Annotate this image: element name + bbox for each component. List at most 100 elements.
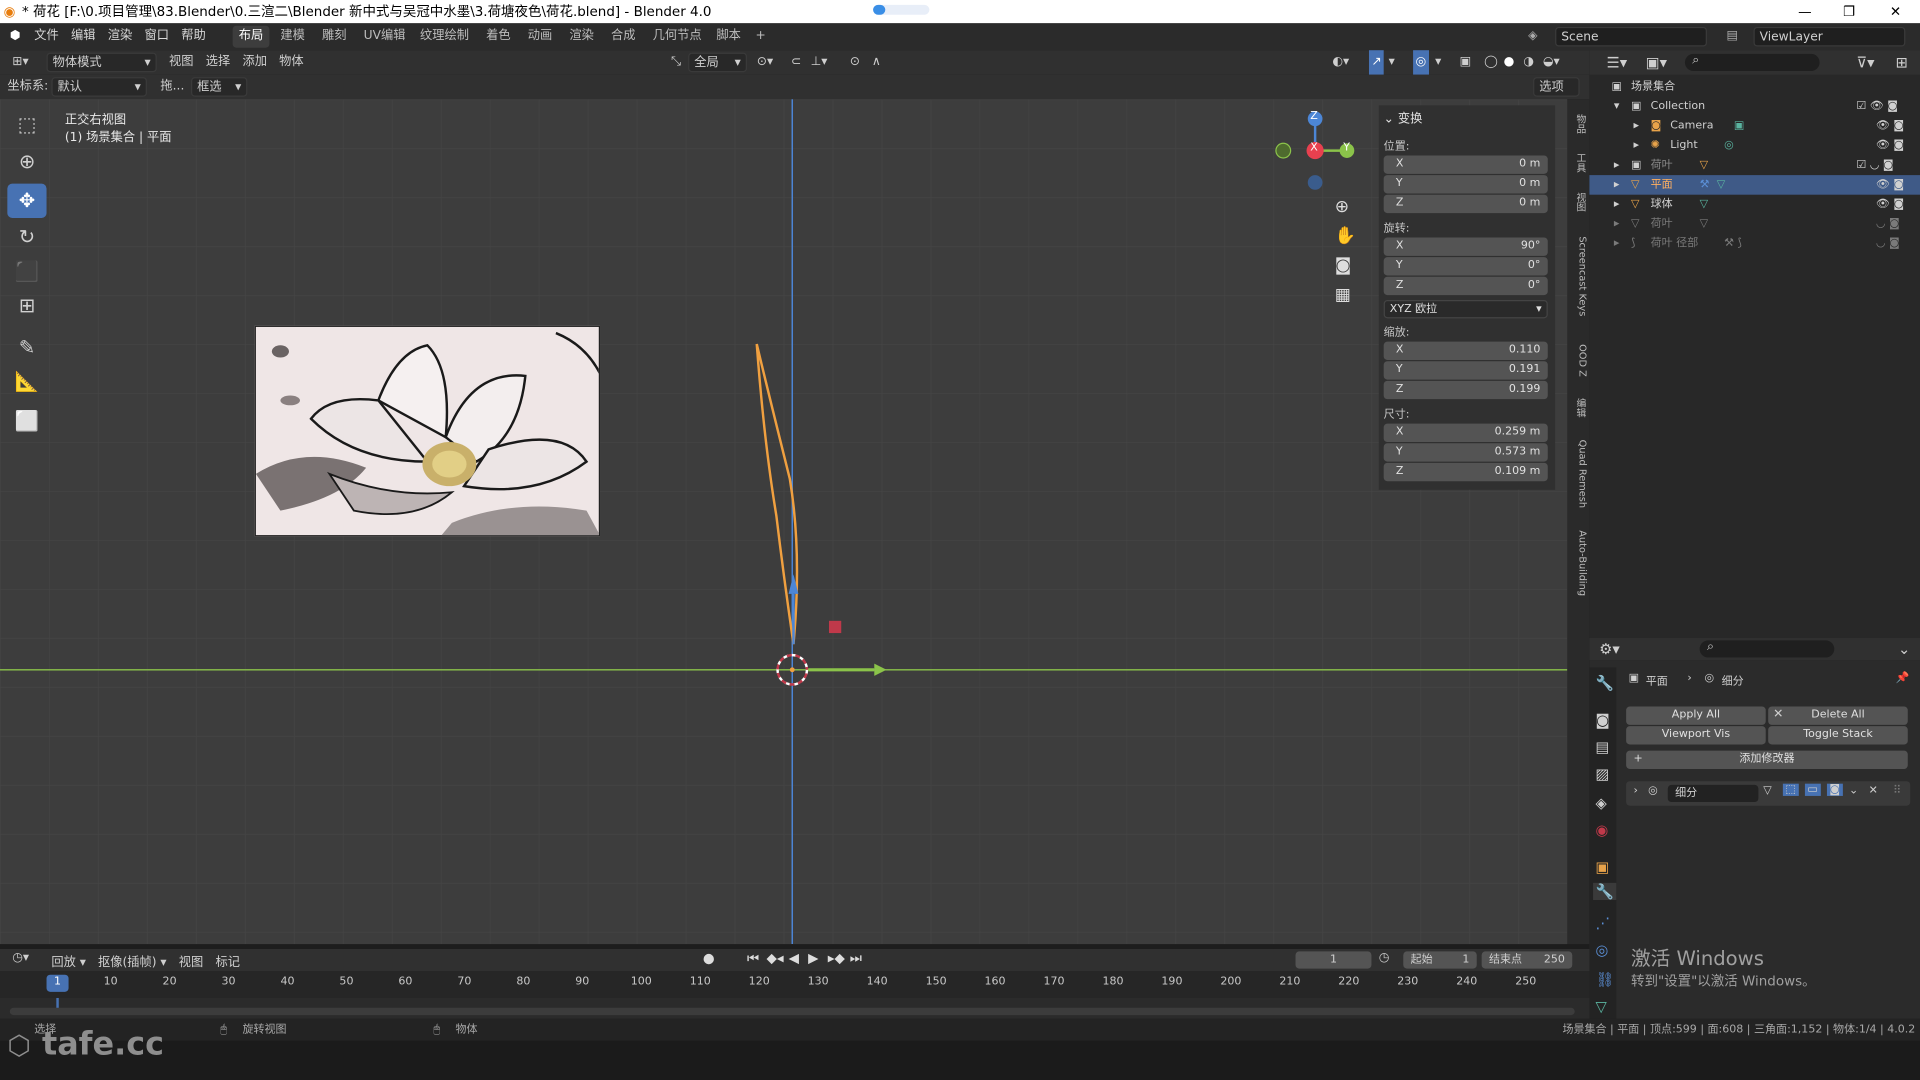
rotation-mode-dropdown[interactable]: XYZ 欧拉 ▾ — [1383, 300, 1548, 319]
object-tab-icon[interactable]: ▣ — [1596, 858, 1610, 875]
record-icon[interactable]: ● — [703, 950, 715, 966]
world-tab-icon[interactable]: ◉ — [1596, 822, 1609, 839]
selected-curve-object[interactable] — [735, 332, 857, 699]
snap-icon[interactable]: ⊂ — [791, 50, 801, 74]
outliner-row-scene-collection[interactable]: ▣ 场景集合 — [1589, 77, 1920, 97]
edit-mode-icon[interactable]: ⬚ — [1782, 783, 1799, 796]
menu-window[interactable]: 窗口 — [144, 23, 168, 50]
play-icon[interactable]: ▶ — [808, 950, 818, 966]
add-cube-tool-icon[interactable]: ⬜ — [7, 404, 46, 438]
menu-edit[interactable]: 编辑 — [71, 23, 95, 50]
properties-options-icon[interactable]: ⌄ — [1898, 640, 1910, 657]
outliner-row-light[interactable]: ▸ ✺ Light ◎ 👁 ◙ — [1589, 136, 1920, 156]
menu-select[interactable]: 选择 — [206, 50, 230, 74]
render-display-icon[interactable]: ◙ — [1826, 783, 1843, 796]
keying-menu[interactable]: 抠像(插帧) ▾ — [98, 951, 167, 969]
menu-object[interactable]: 物体 — [279, 50, 303, 74]
render-tab-icon[interactable]: ◙ — [1596, 711, 1610, 728]
drag-label[interactable]: 拖... — [160, 75, 184, 99]
frame-ruler[interactable]: 1 10 20 30 40 50 60 70 80 90 100 110 120 130 140 150 160… — [0, 971, 1590, 998]
select-mode-selector[interactable]: 框选 ▾ — [191, 77, 248, 97]
new-collection-icon[interactable]: ⊞ — [1896, 54, 1908, 71]
viewport-display-icon[interactable]: ▭ — [1804, 783, 1821, 796]
zoom-icon[interactable]: ⊕ — [1335, 197, 1349, 217]
mode-selector[interactable]: 物体模式 ▾ — [46, 52, 157, 73]
rotation-x-field[interactable]: X 90° — [1383, 237, 1548, 256]
timeline-editor-icon[interactable]: ◷▾ — [12, 951, 29, 964]
current-frame-field[interactable]: 1 — [1295, 951, 1372, 969]
filter-icon[interactable]: ⊽▾ — [1856, 54, 1874, 71]
transform-section-header[interactable]: ⌄ 变换 — [1384, 108, 1423, 126]
move-tool-icon[interactable]: ✥ — [7, 183, 47, 218]
toggle-stack-button[interactable]: Toggle Stack — [1768, 726, 1908, 745]
outliner-row-lotus-leaf[interactable]: ▸ ▣ 荷叶 ▽ ☑ ◡ ◙ — [1589, 156, 1920, 176]
material-shading-icon[interactable]: ◑ — [1523, 50, 1534, 74]
tab-edit[interactable]: 编辑 — [1569, 398, 1589, 418]
light-gizmo[interactable] — [828, 620, 842, 634]
tab-texture-paint[interactable]: 纹理绘制 — [414, 26, 475, 48]
view-layer-tab-icon[interactable]: ▨ — [1596, 765, 1610, 782]
play-reverse-icon[interactable]: ◀ — [789, 950, 799, 966]
particles-tab-icon[interactable]: ⋰ — [1596, 915, 1611, 932]
menu-render[interactable]: 渲染 — [108, 23, 132, 50]
tab-view[interactable]: 视图 — [1569, 192, 1589, 212]
jump-end-icon[interactable]: ⏭ — [850, 950, 862, 967]
marker-menu[interactable]: 标记 — [216, 951, 240, 969]
outliner-row-sphere[interactable]: ▸ ▽ 球体 ▽ 👁 ◙ — [1589, 195, 1920, 215]
menu-help[interactable]: 帮助 — [181, 23, 205, 50]
annotate-tool-icon[interactable]: ✎ — [7, 331, 46, 365]
outliner-row-lotus-leaf-2[interactable]: ▸ ▽ 荷叶 ▽ ◡ ◙ — [1589, 214, 1920, 234]
3d-cursor[interactable] — [771, 649, 893, 691]
outliner-editor-icon[interactable]: ☰▾ — [1607, 54, 1628, 71]
overlay-toggle-icon[interactable]: ◎ — [1413, 50, 1429, 75]
jump-start-icon[interactable]: ⏮ — [747, 950, 759, 967]
pivot-icon[interactable]: ⊙▾ — [757, 50, 773, 74]
tab-tool[interactable]: 工具 — [1569, 153, 1589, 173]
ortho-grid-icon[interactable]: ▦ — [1335, 285, 1351, 305]
tab-modeling[interactable]: 建模 — [274, 26, 311, 48]
tab-item[interactable]: 物品 — [1569, 114, 1589, 134]
snap-target-icon[interactable]: ⊥▾ — [811, 50, 828, 74]
expand-modifier-icon[interactable]: › — [1633, 785, 1637, 797]
modifier-menu-icon[interactable]: ⌄ — [1849, 785, 1858, 797]
tab-animation[interactable]: 动画 — [522, 26, 559, 48]
scene-selector[interactable]: Scene — [1555, 26, 1707, 47]
pan-hand-icon[interactable]: ✋ — [1335, 227, 1356, 247]
tool-tab-icon[interactable]: 🔧 — [1596, 675, 1614, 692]
display-mode-icon[interactable]: ▣▾ — [1646, 54, 1667, 71]
remove-modifier-icon[interactable]: ✕ — [1869, 785, 1878, 797]
coordinate-system-selector[interactable]: 默认 ▾ — [51, 77, 147, 97]
scene-tab-icon[interactable]: ◈ — [1596, 795, 1607, 812]
tab-geometry-nodes[interactable]: 几何节点 — [647, 26, 708, 48]
tab-shading[interactable]: 着色 — [480, 26, 517, 48]
outliner-row-lotus-leaf-stem[interactable]: ▸ ⟆ 荷叶 径部 ⚒ ⟆ ◡ ◙ — [1589, 234, 1920, 254]
proportional-edit-icon[interactable]: ⊙ — [850, 50, 860, 74]
next-keyframe-icon[interactable]: ▸◆ — [828, 950, 845, 966]
drag-handle-icon[interactable]: ⠿ — [1893, 785, 1901, 797]
data-tab-icon[interactable]: ▽ — [1596, 998, 1607, 1015]
rendered-shading-icon[interactable]: ◒▾ — [1543, 50, 1560, 74]
measure-tool-icon[interactable]: 📐 — [7, 365, 46, 399]
end-frame-field[interactable]: 结束点 250 — [1481, 951, 1573, 969]
viewport-vis-button[interactable]: Viewport Vis — [1626, 726, 1766, 745]
tab-screencast-keys[interactable]: Screencast Keys — [1569, 236, 1588, 316]
options-dropdown[interactable]: 选项 — [1533, 77, 1580, 97]
tab-layout[interactable]: 布局 — [232, 25, 270, 48]
falloff-icon[interactable]: ∧ — [872, 50, 881, 74]
delete-all-button[interactable]: Delete All — [1768, 706, 1908, 725]
menu-file[interactable]: 文件 — [34, 23, 58, 50]
transform-tool-icon[interactable]: ⊞ — [7, 289, 46, 323]
dimensions-y-field[interactable]: Y 0.573 m — [1383, 443, 1548, 462]
rotate-tool-icon[interactable]: ↻ — [7, 220, 46, 254]
view-layer-selector[interactable]: ViewLayer — [1753, 26, 1906, 47]
playback-menu[interactable]: 回放 ▾ — [51, 951, 86, 969]
subdivision-modifier-panel[interactable]: › ◎ 细分 ▽ ⬚ ▭ ◙ ⌄ ✕ ⠿ — [1626, 781, 1911, 806]
maximize-button[interactable]: ❐ — [1827, 0, 1871, 23]
scale-z-field[interactable]: Z 0.199 — [1383, 380, 1548, 400]
camera-view-icon[interactable]: ◙ — [1335, 256, 1352, 276]
physics-tab-icon[interactable]: ◎ — [1596, 942, 1609, 959]
editor-type-icon[interactable]: ⊞▾ — [12, 50, 28, 74]
tab-sculpt[interactable]: 雕刻 — [316, 26, 353, 48]
3d-viewport[interactable]: 正交右视图 (1) 场景集合 | 平面 Z X Y ⊕ ✋ ◙ ▦ — [0, 99, 1568, 945]
prev-keyframe-icon[interactable]: ◆◂ — [767, 950, 784, 966]
